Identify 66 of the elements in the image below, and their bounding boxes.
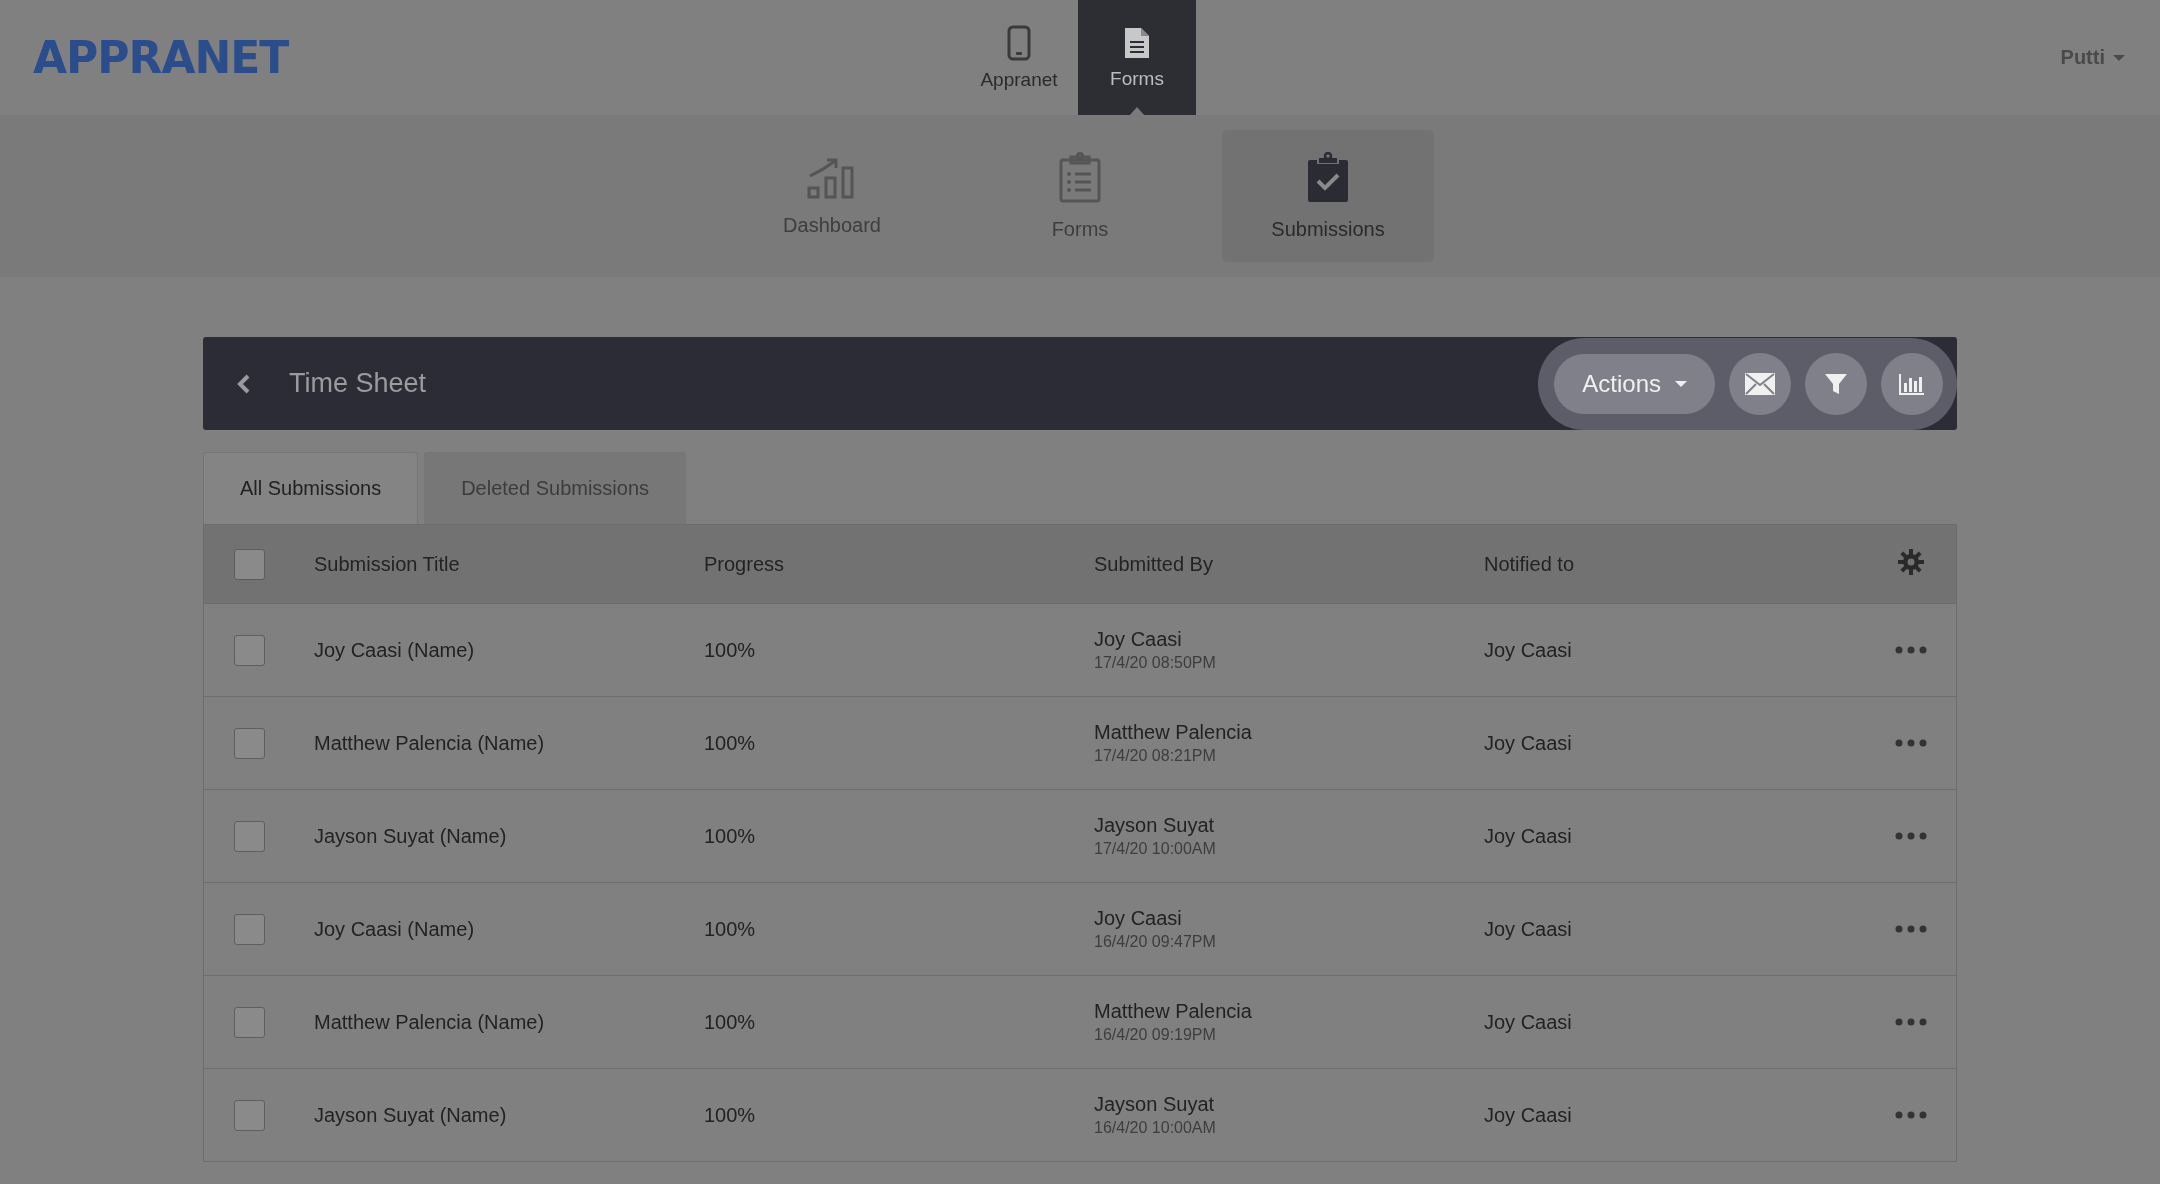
caret-icon bbox=[2113, 54, 2125, 61]
table-cell-text: Joy Caasi (Name) bbox=[314, 917, 476, 941]
form-title: Time Sheet bbox=[289, 368, 427, 399]
submission-date: 16/4/20 09:19PM bbox=[1094, 1026, 1217, 1044]
submission-date: 16/4/20 09:47PM bbox=[1094, 933, 1217, 951]
table-cell-text: Joy Caasi bbox=[1484, 824, 1573, 848]
table-cell-text: Joy Caasi bbox=[1484, 917, 1573, 941]
table-cell-text: Jayson Suyat bbox=[1094, 814, 1216, 837]
table-cell-text: Joy Caasi bbox=[1484, 1010, 1573, 1034]
bar-chart-icon bbox=[1899, 372, 1925, 395]
checkbox[interactable] bbox=[234, 1099, 265, 1131]
table-cell-text: Matthew Palencia (Name) bbox=[314, 1010, 546, 1034]
submission-date: 16/4/20 10:00AM bbox=[1094, 1119, 1217, 1137]
clipboard-list-icon bbox=[1058, 151, 1102, 204]
table-cell-text: Matthew Palencia bbox=[1094, 1000, 1253, 1023]
clipboard-check-icon bbox=[1306, 151, 1350, 204]
filter-icon bbox=[1824, 371, 1848, 396]
submission-date: 17/4/20 10:00AM bbox=[1094, 840, 1217, 858]
table-cell-text: Jayson Suyat (Name) bbox=[314, 1103, 508, 1127]
envelope-icon bbox=[1745, 372, 1775, 395]
more-icon[interactable] bbox=[1895, 1018, 1927, 1026]
table-cell-text: 100% bbox=[704, 917, 757, 941]
checkbox[interactable] bbox=[234, 634, 265, 666]
top-nav-tab[interactable]: Forms bbox=[1078, 0, 1196, 115]
caret-icon bbox=[1675, 380, 1687, 387]
checkbox[interactable] bbox=[234, 820, 265, 852]
more-icon[interactable] bbox=[1895, 739, 1927, 747]
app-logo: APPRANET bbox=[33, 32, 289, 83]
table-cell-text: Joy Caasi bbox=[1094, 628, 1183, 651]
table-cell-text: 100% bbox=[704, 1103, 757, 1127]
more-icon[interactable] bbox=[1895, 646, 1927, 654]
tab[interactable]: All Submissions bbox=[203, 452, 419, 524]
sub-nav-item[interactable]: Forms bbox=[974, 130, 1186, 262]
table-cell-text: Jayson Suyat (Name) bbox=[314, 824, 508, 848]
checkbox[interactable] bbox=[234, 727, 265, 759]
checkbox[interactable] bbox=[234, 548, 265, 580]
more-icon[interactable] bbox=[1895, 1111, 1927, 1119]
tab[interactable]: Deleted Submissions bbox=[424, 452, 687, 524]
phone-icon bbox=[1007, 24, 1031, 61]
table-cell-text: Matthew Palencia bbox=[1094, 721, 1253, 744]
table-cell-text: 100% bbox=[704, 638, 757, 662]
submission-date: 17/4/20 08:21PM bbox=[1094, 747, 1217, 765]
checkbox[interactable] bbox=[234, 1006, 265, 1038]
table-cell-text: Joy Caasi (Name) bbox=[314, 638, 476, 662]
sub-nav-item[interactable]: Submissions bbox=[1222, 130, 1434, 262]
top-nav-tab[interactable]: Appranet bbox=[960, 0, 1078, 115]
document-icon bbox=[1123, 25, 1151, 60]
column-header: Progress bbox=[704, 552, 786, 576]
table-cell-text: Joy Caasi bbox=[1484, 731, 1573, 755]
more-icon[interactable] bbox=[1895, 832, 1927, 840]
table-cell-text: Matthew Palencia (Name) bbox=[314, 731, 546, 755]
table-cell-text: 100% bbox=[704, 1010, 757, 1034]
table-cell-text: Joy Caasi bbox=[1484, 1103, 1573, 1127]
table-cell-text: Joy Caasi bbox=[1484, 638, 1573, 662]
column-header: Submission Title bbox=[314, 552, 461, 576]
column-header: Submitted By bbox=[1094, 552, 1214, 576]
sub-nav-item[interactable]: Dashboard bbox=[726, 130, 938, 262]
table-cell-text: 100% bbox=[704, 731, 757, 755]
table-cell-text: 100% bbox=[704, 824, 757, 848]
table-cell-text: Jayson Suyat bbox=[1094, 1093, 1216, 1116]
more-icon[interactable] bbox=[1895, 925, 1927, 933]
column-header: Notified to bbox=[1484, 552, 1576, 576]
submission-date: 17/4/20 08:50PM bbox=[1094, 654, 1217, 672]
checkbox[interactable] bbox=[234, 913, 265, 945]
table-cell-text: Joy Caasi bbox=[1094, 907, 1183, 930]
actions-button[interactable]: Actions bbox=[1554, 353, 1715, 414]
